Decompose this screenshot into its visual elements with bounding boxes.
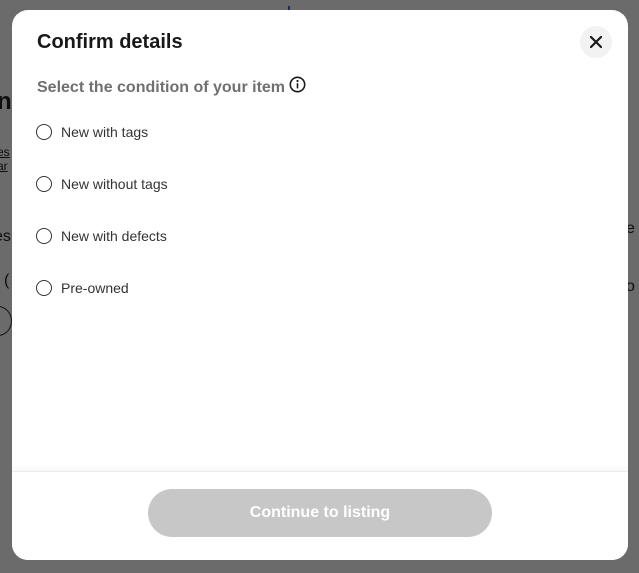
- option-label: Pre-owned: [61, 280, 129, 296]
- condition-option-new-without-tags[interactable]: New without tags: [36, 174, 168, 194]
- close-icon: [589, 35, 603, 49]
- condition-options: New with tags New without tags New with …: [36, 122, 168, 330]
- condition-section-label: Select the condition of your item: [37, 76, 306, 97]
- radio-button[interactable]: [36, 228, 52, 244]
- option-label: New with defects: [61, 228, 167, 244]
- close-button[interactable]: [580, 26, 612, 58]
- info-icon-glyph: [289, 76, 306, 92]
- radio-button[interactable]: [36, 176, 52, 192]
- option-label: New without tags: [61, 176, 168, 192]
- radio-button[interactable]: [36, 280, 52, 296]
- radio-button[interactable]: [36, 124, 52, 140]
- dialog-title: Confirm details: [37, 31, 183, 53]
- condition-option-pre-owned[interactable]: Pre-owned: [36, 278, 168, 298]
- condition-option-new-with-tags[interactable]: New with tags: [36, 122, 168, 142]
- info-icon[interactable]: [289, 76, 306, 93]
- condition-option-new-with-defects[interactable]: New with defects: [36, 226, 168, 246]
- option-label: New with tags: [61, 124, 149, 140]
- confirm-details-dialog: Confirm details Select the condition of …: [12, 10, 628, 560]
- continue-to-listing-button[interactable]: Continue to listing: [148, 489, 492, 537]
- condition-label-text: Select the condition of your item: [37, 79, 286, 96]
- dialog-footer: Continue to listing: [12, 471, 628, 560]
